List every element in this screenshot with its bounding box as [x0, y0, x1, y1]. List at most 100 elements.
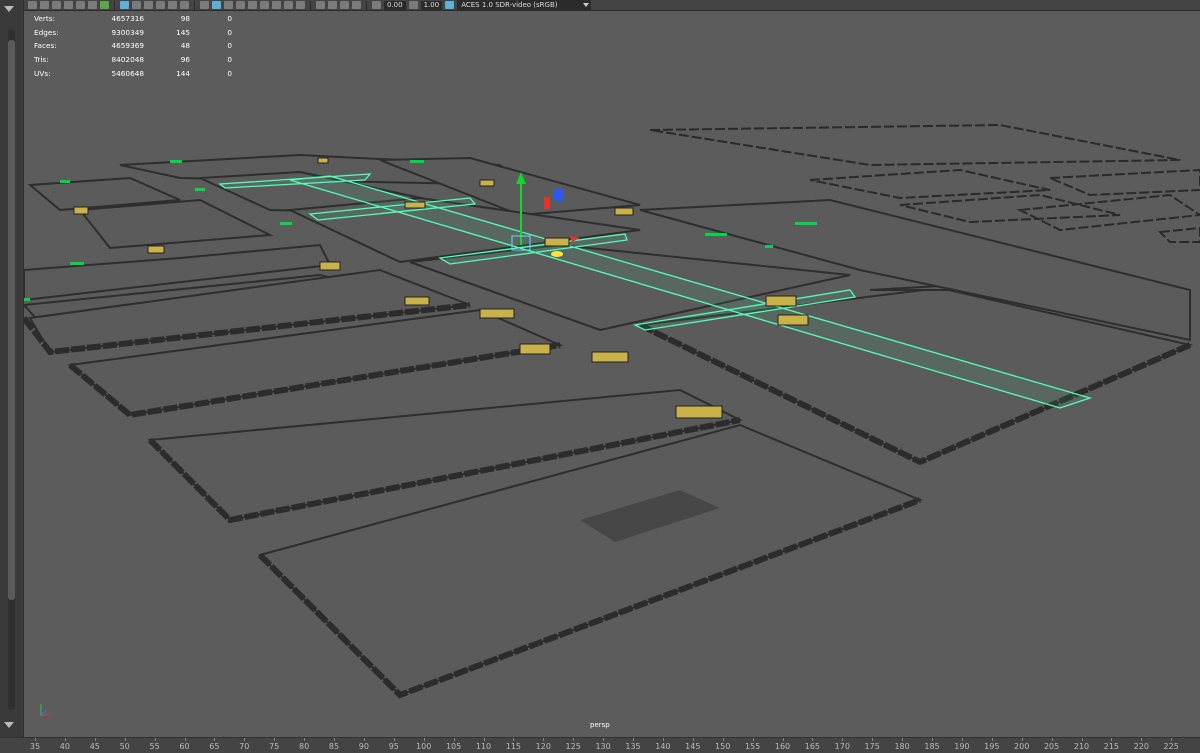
color-management-icon[interactable]	[445, 1, 455, 9]
hud-selected: 144	[176, 68, 190, 78]
hud-row-uvs: UVs: 5460648 144 0	[34, 67, 232, 81]
timeline-tick-mark	[304, 738, 306, 741]
3d-viewport[interactable]	[24, 10, 1200, 737]
x-ray-components-icon[interactable]	[352, 1, 361, 9]
timeline-tick-mark	[423, 738, 425, 741]
timeline-tick-label: 80	[299, 742, 310, 751]
timeline-tick-label: 175	[864, 742, 880, 751]
timeline-tick-mark	[1021, 738, 1023, 741]
safe-action-icon[interactable]	[180, 1, 189, 9]
timeline-tick-label: 60	[179, 742, 190, 751]
hud-total: 8402048	[111, 55, 145, 65]
timeline-tick-label: 130	[595, 742, 611, 751]
wireframe-on-shaded-icon[interactable]	[236, 1, 245, 9]
timeline-tick-label: 110	[475, 742, 492, 751]
smooth-shade-icon[interactable]	[212, 1, 221, 9]
grease-pencil-icon[interactable]	[88, 1, 97, 9]
bookmark-icon[interactable]	[52, 1, 61, 9]
timeline-tick-mark	[244, 738, 246, 741]
rail-scroll-thumb[interactable]	[8, 40, 15, 600]
resolution-gate-icon[interactable]	[144, 1, 153, 9]
shadows-icon[interactable]	[272, 1, 281, 9]
timeline-tick-mark	[483, 738, 485, 741]
isolate-select-icon[interactable]	[316, 1, 325, 9]
camera-icon[interactable]	[28, 1, 37, 9]
hud-extra: 0	[227, 55, 232, 65]
hud-row-faces: Faces: 4659369 48 0	[34, 39, 232, 53]
timeline-tick-label: 200	[1014, 742, 1030, 751]
timeline-tick-mark	[902, 738, 904, 741]
hud-extra: 0	[227, 27, 232, 37]
timeline-tick-label: 220	[1133, 742, 1149, 751]
hud-label: Tris:	[34, 55, 49, 65]
two-d-pan-icon[interactable]	[76, 1, 85, 9]
field-chart-icon[interactable]	[168, 1, 177, 9]
color-space-value: ACES 1.0 SDR-video (sRGB)	[461, 1, 558, 9]
rail-collapse-arrow-icon[interactable]	[4, 6, 14, 12]
image-plane-icon[interactable]	[64, 1, 73, 9]
select-camera-icon[interactable]	[100, 1, 109, 9]
default-material-icon[interactable]	[224, 1, 233, 9]
timeline-tick-mark	[1111, 738, 1113, 741]
motion-blur-icon[interactable]	[296, 1, 305, 9]
gamma-field[interactable]: 1.00	[420, 0, 443, 10]
hud-total: 4659369	[111, 41, 145, 51]
gate-mask-icon[interactable]	[156, 1, 165, 9]
hud-label: Verts:	[34, 14, 56, 23]
timeline-tick-mark	[124, 738, 126, 741]
timeline-tick-mark	[573, 738, 575, 741]
x-ray-joints-icon[interactable]	[340, 1, 349, 9]
timeline-tick-label: 70	[239, 742, 250, 751]
hud-selected: 48	[180, 41, 190, 51]
timeline-tick-mark	[393, 738, 395, 741]
textured-icon[interactable]	[248, 1, 257, 9]
timeline-tick-label: 115	[505, 742, 522, 751]
hud-row-edges: Edges: 9300349 145 0	[34, 26, 232, 40]
timeline-tick-mark	[35, 738, 36, 741]
timeline-tick-mark	[453, 738, 455, 741]
hud-total: 9300349	[111, 27, 145, 37]
hud-label: UVs:	[34, 68, 51, 78]
timeline-tick-mark	[363, 738, 365, 741]
lock-camera-icon[interactable]	[40, 1, 49, 9]
timeline-tick-label: 90	[358, 742, 369, 751]
timeline-tick-mark	[64, 738, 66, 741]
timeline-tick-mark	[334, 738, 335, 741]
timeline-tick-mark	[932, 738, 933, 741]
exposure-field[interactable]: 0.00	[384, 0, 406, 10]
rail-expand-arrow-icon[interactable]	[4, 722, 14, 728]
time-slider-ruler[interactable]: 35 40 45 50 55 60 65 70 75 80 85 90 95 100 105 110 115 12…	[0, 737, 1200, 753]
timeline-tick-mark	[872, 738, 874, 741]
timeline-tick-label: 120	[535, 742, 551, 751]
film-gate-icon[interactable]	[132, 1, 141, 9]
timeline-tick-label: 85	[328, 742, 340, 751]
hud-selected: 145	[176, 27, 190, 37]
x-ray-icon[interactable]	[328, 1, 337, 9]
gamma-icon[interactable]	[408, 1, 418, 9]
hud-selected: 96	[180, 55, 190, 65]
color-space-dropdown[interactable]: ACES 1.0 SDR-video (sRGB)	[457, 0, 592, 10]
timeline-tick-mark	[1081, 738, 1083, 741]
timeline-tick-mark	[154, 738, 156, 741]
hud-total: 4657316	[111, 14, 145, 23]
grid-icon[interactable]	[120, 1, 129, 9]
timeline-tick-mark	[961, 738, 963, 741]
wireframe-icon[interactable]	[200, 1, 209, 9]
view-axis-icon	[40, 704, 52, 717]
timeline-tick-label: 145	[685, 742, 701, 751]
timeline-tick-mark	[94, 738, 96, 741]
timeline-tick-label: 35	[29, 742, 41, 751]
screen-space-ao-icon[interactable]	[284, 1, 293, 9]
exposure-icon[interactable]	[372, 1, 381, 9]
hud-total: 5460648	[111, 68, 145, 78]
timeline-tick-mark	[991, 738, 993, 741]
timeline-tick-label: 45	[89, 742, 100, 751]
hud-extra: 0	[227, 14, 232, 23]
timeline-tick-label: 140	[655, 742, 671, 751]
viewport-toolbar: 0.00 1.00 ACES 1.0 SDR-video (sRGB)	[24, 0, 1200, 11]
lighting-icon[interactable]	[260, 1, 269, 9]
timeline-tick-mark	[633, 738, 634, 741]
viewport-scene[interactable]	[24, 10, 1200, 737]
hud-extra: 0	[227, 68, 232, 78]
timeline-tick-label: 185	[924, 742, 940, 751]
